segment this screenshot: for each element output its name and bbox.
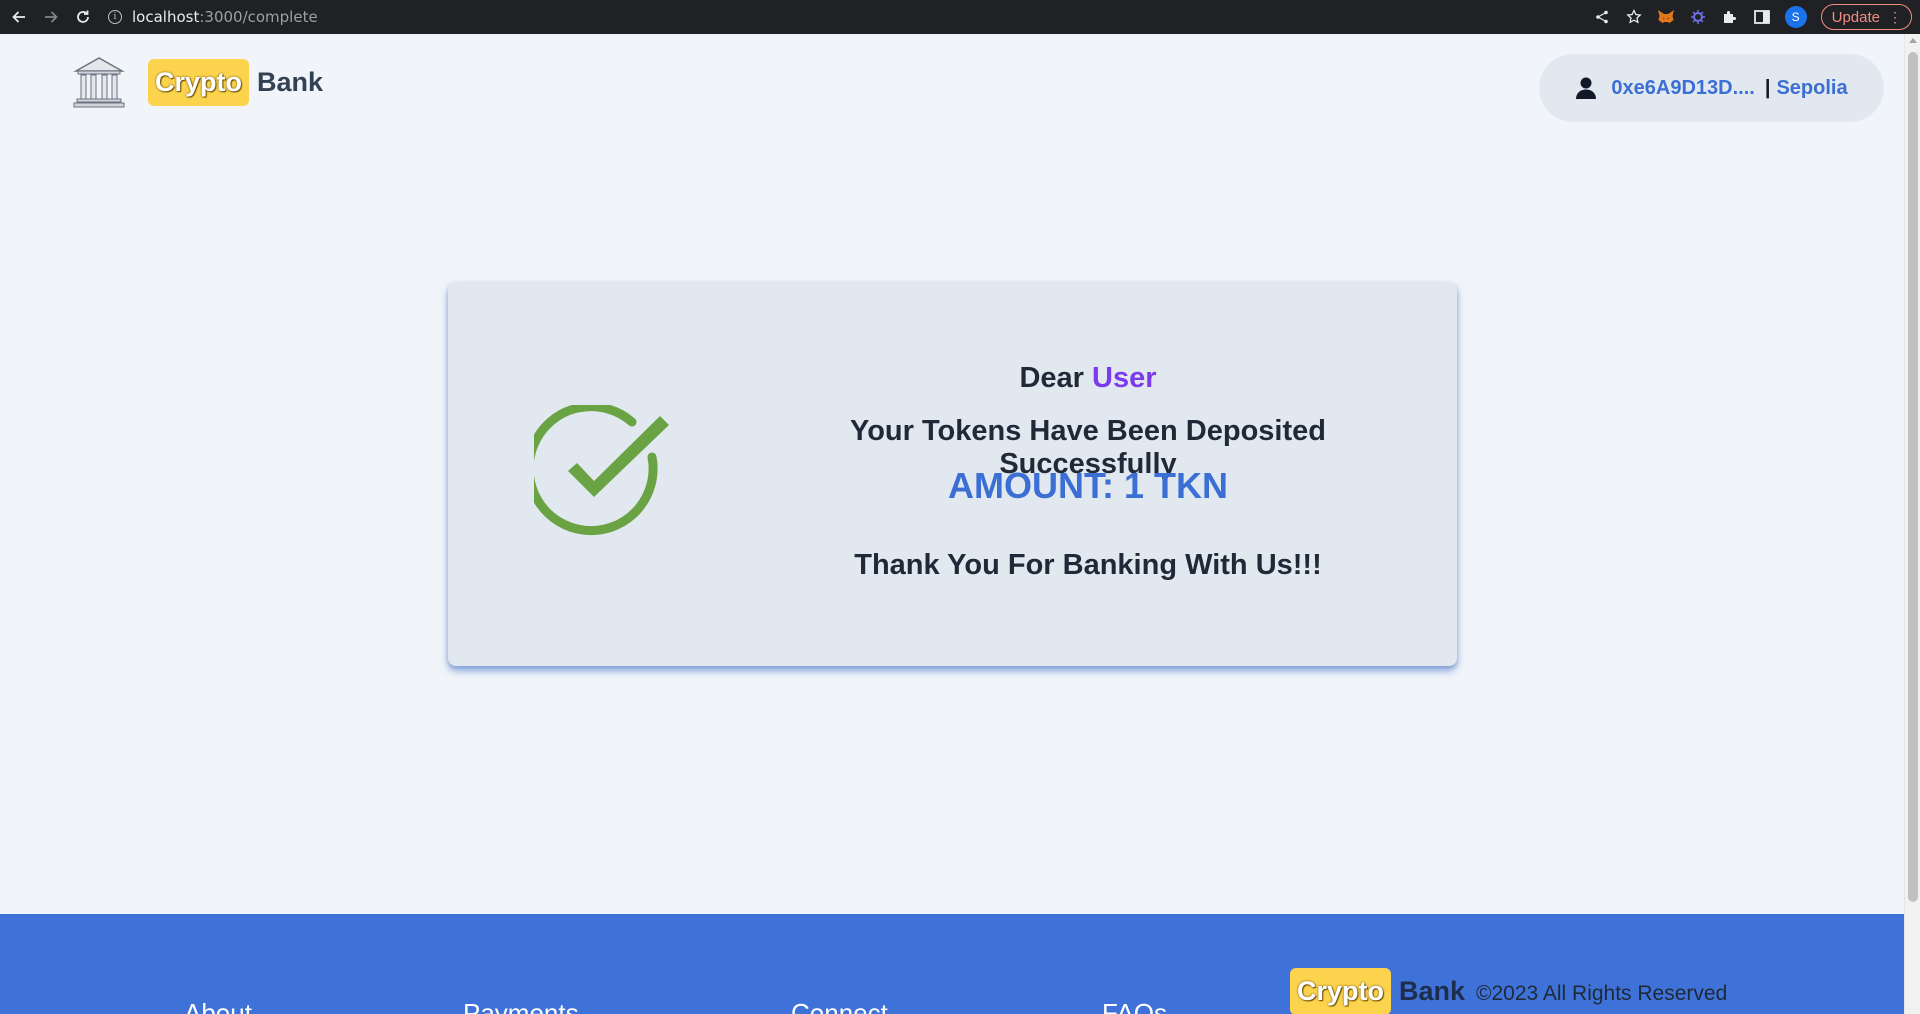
site-footer: About Payments Connect FAQs Crypto Bank …: [0, 914, 1904, 1014]
wallet-separator: |: [1764, 76, 1771, 99]
footer-brand-crypto: Crypto: [1290, 968, 1391, 1014]
footer-link-faqs[interactable]: FAQs: [1102, 998, 1167, 1014]
wallet-address: 0xe6A9D13D....: [1611, 76, 1755, 99]
page-scrollbar[interactable]: [1904, 34, 1920, 1014]
url-host: localhost: [132, 8, 200, 26]
brand-crypto: Crypto: [148, 58, 249, 106]
browser-toolbar: i localhost:3000/complete S Update ⋮: [0, 0, 1920, 34]
deposit-amount: AMOUNT: 1 TKN: [948, 465, 1228, 506]
brand-wordmark: Crypto Bank: [148, 58, 324, 106]
copyright: ©2023 All Rights Reserved: [1476, 982, 1728, 1005]
greeting-prefix: Dear: [1019, 362, 1084, 394]
user-icon: [1576, 77, 1597, 99]
footer-link-payments[interactable]: Payments: [463, 998, 579, 1014]
footer-link-connect[interactable]: Connect: [791, 998, 888, 1014]
reload-icon[interactable]: [70, 4, 96, 30]
site-logo[interactable]: Crypto Bank: [72, 55, 323, 109]
brand-bank: Bank: [257, 66, 324, 97]
more-menu-icon: ⋮: [1888, 8, 1902, 25]
footer-link-about[interactable]: About: [184, 998, 252, 1014]
profile-avatar[interactable]: S: [1784, 6, 1807, 28]
wallet-connect-button[interactable]: 0xe6A9D13D.... | Sepolia: [1539, 54, 1884, 122]
back-icon[interactable]: [6, 4, 32, 30]
greeting-name: User: [1092, 362, 1157, 394]
update-button[interactable]: Update ⋮: [1820, 4, 1912, 30]
side-panel-icon[interactable]: [1753, 8, 1771, 26]
forward-icon[interactable]: [38, 4, 64, 30]
footer-brand: Crypto Bank: [1290, 968, 1465, 1014]
footer-brand-bank: Bank: [1399, 976, 1466, 1006]
bookmark-star-icon[interactable]: [1625, 8, 1643, 26]
address-bar[interactable]: i localhost:3000/complete: [108, 4, 318, 30]
extension-gear-icon[interactable]: [1689, 8, 1707, 26]
scrollbar-thumb[interactable]: [1908, 52, 1918, 902]
thanks-message: Thank You For Banking With Us!!!: [854, 549, 1322, 581]
success-check-icon: [534, 405, 669, 536]
share-icon[interactable]: [1593, 8, 1611, 26]
deposit-success-card: Dear User Your Tokens Have Been Deposite…: [448, 282, 1457, 666]
metamask-extension-icon[interactable]: [1657, 8, 1675, 26]
greeting: Dear User: [778, 362, 1398, 395]
update-label: Update: [1831, 8, 1880, 26]
network-name: Sepolia: [1776, 76, 1848, 99]
scroll-up-arrow-icon[interactable]: [1909, 38, 1917, 43]
bank-building-icon: [73, 57, 125, 108]
extensions-puzzle-icon[interactable]: [1721, 8, 1739, 26]
site-info-icon[interactable]: i: [108, 10, 122, 24]
url-path: :3000/complete: [199, 8, 318, 26]
